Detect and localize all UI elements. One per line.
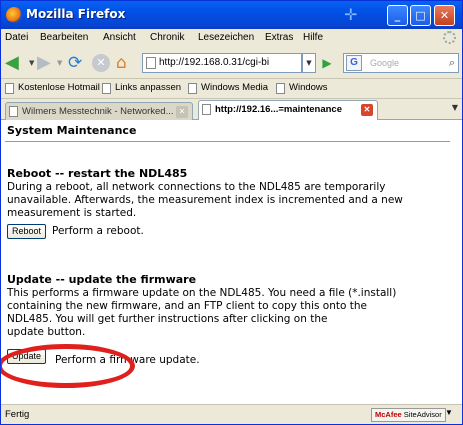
- bookmark-item[interactable]: Windows Media: [188, 82, 269, 94]
- status-bar: Fertig McAfee SiteAdvisor ▼: [1, 404, 462, 424]
- update-description-line: update button.: [7, 326, 86, 338]
- tab-page-icon: [202, 104, 211, 115]
- tab-list-dropdown-icon[interactable]: ▼: [452, 103, 458, 112]
- bookmark-item[interactable]: Kostenlose Hotmail: [5, 82, 100, 94]
- firefox-logo-icon: [6, 7, 22, 23]
- reboot-description-line: During a reboot, all network connections…: [7, 181, 386, 193]
- update-description-line: This performs a firmware update on the N…: [7, 287, 397, 299]
- title-bar[interactable]: Mozilla Firefox ✛ _ □ ✕: [1, 1, 462, 29]
- bookmarks-toolbar: Kostenlose Hotmail Links anpassen Window…: [1, 78, 462, 98]
- home-icon[interactable]: ⌂: [116, 53, 138, 73]
- tab-wilmers[interactable]: Wilmers Messtechnik - Networked... ✕: [5, 102, 193, 121]
- forward-arrow-icon[interactable]: ▶: [37, 53, 57, 73]
- navigation-toolbar: ◀ ▼ ▶ ▼ ⟳ ✕ ⌂ http://192.168.0.31/cgi-bi…: [1, 48, 462, 78]
- bookmark-page-icon: [276, 83, 285, 94]
- address-dropdown-icon[interactable]: ▼: [302, 53, 316, 73]
- reboot-action-text: Perform a reboot.: [52, 225, 144, 237]
- go-icon[interactable]: ▶: [319, 53, 335, 73]
- maximize-button[interactable]: □: [410, 5, 431, 26]
- bookmark-label: Windows: [289, 82, 328, 93]
- window-title: Mozilla Firefox: [26, 7, 126, 21]
- reboot-description-line: unavailable. Afterwards, the measurement…: [7, 194, 403, 206]
- siteadvisor-label: SiteAdvisor: [403, 410, 442, 419]
- bookmark-item[interactable]: Links anpassen: [102, 82, 182, 94]
- reboot-button[interactable]: Reboot: [7, 224, 47, 239]
- menu-lesezeichen[interactable]: Lesezeichen: [198, 32, 254, 43]
- update-description-line: NDL485. You will get further instruction…: [7, 313, 328, 325]
- menu-bearbeiten[interactable]: Bearbeiten: [40, 32, 88, 43]
- address-url: http://192.168.0.31/cgi-bi: [159, 57, 270, 68]
- siteadvisor-dropdown-icon[interactable]: ▼: [445, 408, 453, 417]
- stop-icon[interactable]: ✕: [92, 54, 110, 72]
- bookmark-item[interactable]: Windows: [276, 82, 328, 94]
- highlight-circle: [1, 344, 135, 388]
- update-description-line: containing the new firmware, and an FTP …: [7, 300, 367, 312]
- back-history-dropdown-icon[interactable]: ▼: [29, 53, 34, 73]
- tab-strip: Wilmers Messtechnik - Networked... ✕ htt…: [1, 98, 462, 121]
- page-content: System Maintenance Reboot -- restart the…: [1, 120, 462, 404]
- activity-throbber-icon: [443, 31, 456, 44]
- bookmark-label: Links anpassen: [115, 82, 182, 93]
- status-text: Fertig: [5, 409, 30, 420]
- menu-datei[interactable]: Datei: [5, 32, 28, 43]
- bookmark-page-icon: [5, 83, 14, 94]
- bookmark-label: Windows Media: [201, 82, 269, 93]
- search-bar[interactable]: G Google ⌕: [343, 53, 459, 73]
- bookmark-page-icon: [102, 83, 111, 94]
- address-bar[interactable]: http://192.168.0.31/cgi-bi: [142, 53, 302, 73]
- search-engine-google-icon[interactable]: G: [346, 55, 362, 71]
- menu-chronik[interactable]: Chronik: [150, 32, 184, 43]
- search-magnifier-icon[interactable]: ⌕: [449, 54, 455, 72]
- page-icon: [146, 57, 156, 69]
- reboot-heading: Reboot -- restart the NDL485: [7, 167, 188, 180]
- page-title: System Maintenance: [7, 124, 137, 137]
- mcafee-brand: McAfee: [375, 410, 402, 419]
- tab-maintenance[interactable]: http://192.16...=maintenance ✕: [198, 100, 378, 121]
- bookmark-page-icon: [188, 83, 197, 94]
- tab-close-icon[interactable]: ✕: [361, 104, 373, 116]
- tab-label: Wilmers Messtechnik - Networked...: [22, 106, 174, 117]
- browser-window: Mozilla Firefox ✛ _ □ ✕ Datei Bearbeiten…: [0, 0, 463, 425]
- tab-label: http://192.16...=maintenance: [215, 104, 342, 115]
- menu-bar: Datei Bearbeiten Ansicht Chronik Lesezei…: [1, 29, 462, 48]
- forward-history-dropdown-icon[interactable]: ▼: [57, 53, 62, 73]
- bookmark-label: Kostenlose Hotmail: [18, 82, 100, 93]
- tab-page-icon: [9, 106, 18, 117]
- search-placeholder: Google: [370, 58, 400, 68]
- menu-ansicht[interactable]: Ansicht: [103, 32, 136, 43]
- menu-extras[interactable]: Extras: [265, 32, 293, 43]
- back-arrow-icon[interactable]: ◀: [5, 53, 29, 73]
- minimize-button[interactable]: _: [387, 5, 408, 26]
- close-window-button[interactable]: ✕: [434, 5, 455, 26]
- menu-hilfe[interactable]: Hilfe: [303, 32, 323, 43]
- tab-close-icon[interactable]: ✕: [176, 106, 188, 118]
- reboot-description-line: measurement is started.: [7, 207, 137, 219]
- reload-icon[interactable]: ⟳: [68, 53, 88, 73]
- mcafee-siteadvisor-badge[interactable]: McAfee SiteAdvisor: [371, 408, 446, 422]
- update-heading: Update -- update the firmware: [7, 273, 197, 286]
- title-divider: [5, 141, 450, 142]
- mouse-cursor-icon: ✛: [344, 5, 358, 24]
